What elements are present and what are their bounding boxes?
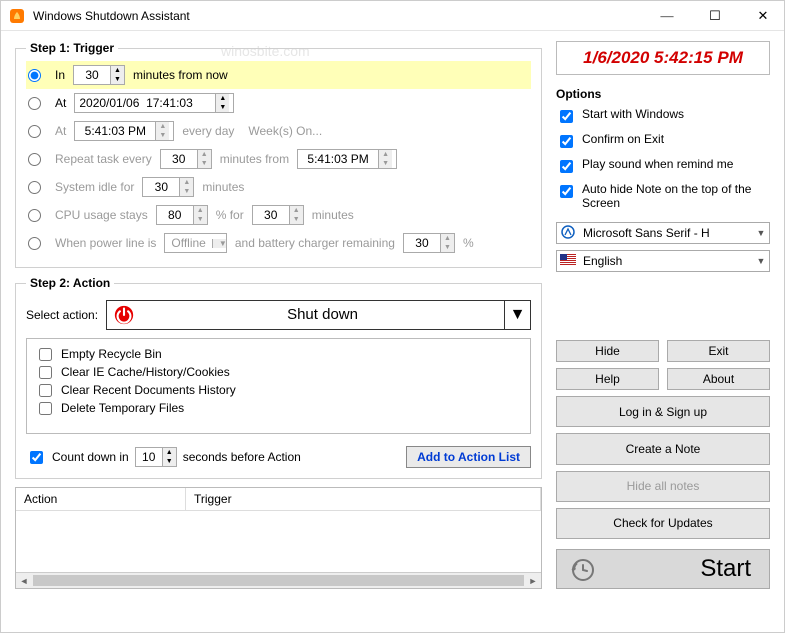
- power-state-combo[interactable]: Offline▼: [164, 233, 226, 253]
- trigger-power-row: When power line is Offline▼ and battery …: [26, 229, 531, 257]
- add-to-list-button[interactable]: Add to Action List: [406, 446, 531, 468]
- trigger-at2-radio[interactable]: [28, 125, 41, 138]
- at1-label: At: [55, 96, 66, 110]
- list-header-trigger[interactable]: Trigger: [186, 488, 541, 511]
- at2-time[interactable]: ▲▼: [74, 121, 174, 141]
- idle-mins[interactable]: ▲▼: [142, 177, 194, 197]
- repeat-mins[interactable]: ▲▼: [160, 149, 212, 169]
- window-title: Windows Shutdown Assistant: [33, 9, 190, 23]
- trigger-power-radio[interactable]: [28, 237, 41, 250]
- list-header-action[interactable]: Action: [16, 488, 186, 511]
- start-label: Start: [700, 555, 751, 583]
- trigger-idle-row: System idle for ▲▼ minutes: [26, 173, 531, 201]
- countdown-check[interactable]: [30, 451, 43, 464]
- chevron-down-icon[interactable]: ▼: [753, 256, 769, 266]
- cpu-mins[interactable]: ▲▼: [252, 205, 304, 225]
- check-updates-button[interactable]: Check for Updates: [556, 508, 770, 539]
- trigger-repeat-radio[interactable]: [28, 153, 41, 166]
- trigger-at1-row: At ▲▼: [26, 89, 531, 117]
- maximize-button[interactable]: ☐: [702, 6, 728, 26]
- start-button[interactable]: Start: [556, 549, 770, 589]
- in-spinner[interactable]: ▲▼: [73, 65, 125, 85]
- app-window: Windows Shutdown Assistant — ☐ ✕ winosbi…: [0, 0, 785, 633]
- font-icon: [557, 225, 579, 242]
- hide-notes-button[interactable]: Hide all notes: [556, 471, 770, 502]
- countdown-spinner[interactable]: ▲▼: [135, 447, 177, 467]
- down-arrow-icon[interactable]: ▼: [111, 75, 124, 84]
- check-delete-temp[interactable]: [39, 402, 52, 415]
- titlebar: Windows Shutdown Assistant — ☐ ✕: [1, 1, 784, 31]
- weeks-on-link[interactable]: Week(s) On...: [248, 124, 322, 138]
- check-clear-ie[interactable]: [39, 366, 52, 379]
- check-empty-recycle[interactable]: [39, 348, 52, 361]
- hide-button[interactable]: Hide: [556, 340, 659, 362]
- font-select[interactable]: Microsoft Sans Serif - H ▼: [556, 222, 770, 244]
- clock-display: 1/6/2020 5:42:15 PM: [556, 41, 770, 75]
- options-box: Options Start with Windows Confirm on Ex…: [556, 81, 770, 216]
- clock-icon: [571, 558, 595, 589]
- action-label: Shut down: [141, 301, 504, 329]
- create-note-button[interactable]: Create a Note: [556, 433, 770, 464]
- opt-start-windows[interactable]: [560, 110, 573, 123]
- horizontal-scrollbar[interactable]: ◄ ►: [16, 572, 541, 588]
- chevron-down-icon[interactable]: ▼: [212, 239, 226, 248]
- minimize-button[interactable]: —: [654, 6, 680, 26]
- scroll-left-icon[interactable]: ◄: [16, 573, 32, 588]
- power-pct[interactable]: ▲▼: [403, 233, 455, 253]
- scroll-right-icon[interactable]: ►: [525, 573, 541, 588]
- help-button[interactable]: Help: [556, 368, 659, 390]
- close-button[interactable]: ✕: [750, 6, 776, 26]
- trigger-in-row: In ▲▼ minutes from now: [26, 61, 531, 89]
- flag-icon: [557, 254, 579, 268]
- repeat-from-time[interactable]: ▲▼: [297, 149, 397, 169]
- step2-legend: Step 2: Action: [26, 276, 114, 290]
- action-select[interactable]: Shut down ▼: [106, 300, 531, 330]
- login-button[interactable]: Log in & Sign up: [556, 396, 770, 427]
- trigger-in-radio[interactable]: [28, 69, 41, 82]
- up-arrow-icon[interactable]: ▲: [111, 66, 124, 75]
- options-heading: Options: [556, 87, 770, 101]
- step1-box: Step 1: Trigger In ▲▼ minutes from now A…: [15, 41, 542, 268]
- chevron-down-icon[interactable]: ▼: [753, 228, 769, 238]
- app-icon: [9, 8, 25, 24]
- exit-button[interactable]: Exit: [667, 340, 770, 362]
- trigger-idle-radio[interactable]: [28, 181, 41, 194]
- check-clear-recent[interactable]: [39, 384, 52, 397]
- step1-legend: Step 1: Trigger: [26, 41, 118, 55]
- cpu-pct[interactable]: ▲▼: [156, 205, 208, 225]
- action-list: Action Trigger ◄ ►: [15, 487, 542, 589]
- about-button[interactable]: About: [667, 368, 770, 390]
- power-icon: [107, 301, 141, 329]
- trigger-at1-radio[interactable]: [28, 97, 41, 110]
- trigger-cpu-row: CPU usage stays ▲▼ % for ▲▼ minutes: [26, 201, 531, 229]
- list-body[interactable]: [16, 511, 541, 572]
- opt-play-sound[interactable]: [560, 160, 573, 173]
- in-suffix: minutes from now: [133, 68, 228, 82]
- opt-autohide-note[interactable]: [560, 185, 573, 198]
- scroll-thumb[interactable]: [33, 575, 524, 586]
- at1-datetime[interactable]: ▲▼: [74, 93, 234, 113]
- trigger-cpu-radio[interactable]: [28, 209, 41, 222]
- opt-confirm-exit[interactable]: [560, 135, 573, 148]
- pre-actions-box: Empty Recycle Bin Clear IE Cache/History…: [26, 338, 531, 434]
- step2-box: Step 2: Action Select action: Shut down …: [15, 276, 542, 479]
- language-select[interactable]: English ▼: [556, 250, 770, 272]
- select-action-label: Select action:: [26, 308, 98, 322]
- action-dropdown-icon[interactable]: ▼: [504, 301, 530, 329]
- trigger-at2-row: At ▲▼ every day Week(s) On...: [26, 117, 531, 145]
- in-label: In: [55, 68, 65, 82]
- trigger-repeat-row: Repeat task every ▲▼ minutes from ▲▼: [26, 145, 531, 173]
